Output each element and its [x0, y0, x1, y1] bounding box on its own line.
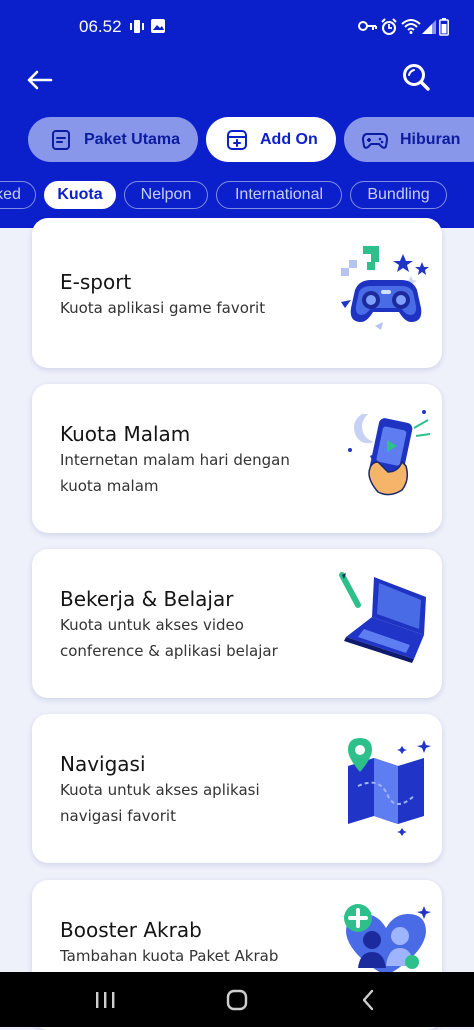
signal-icon — [422, 20, 436, 34]
key-icon — [358, 21, 377, 31]
tab-label: Paket Utama — [84, 130, 181, 148]
card-title: Bekerja & Belajar — [60, 587, 234, 611]
gamepad-illustration — [341, 246, 429, 330]
gamepad-icon — [362, 132, 388, 149]
chip-label: Nelpon — [140, 186, 192, 203]
home-icon[interactable] — [226, 989, 248, 1011]
chip-label: ked — [0, 186, 21, 203]
card-description: Kuota untuk akses video conference & apl… — [60, 616, 278, 660]
tab-hiburan[interactable]: Hiburan — [344, 117, 474, 162]
family-heart-illustration — [344, 904, 431, 976]
chip-ked[interactable]: ked — [0, 181, 36, 209]
tab-label: Hiburan — [400, 130, 461, 148]
back-arrow-icon[interactable] — [22, 62, 58, 98]
card-e-sport[interactable]: E-sport Kuota aplikasi game favorit — [32, 218, 442, 368]
card-navigasi[interactable]: Navigasi Kuota untuk akses aplikasi navi… — [32, 714, 442, 863]
status-time: 06.52 — [79, 17, 122, 36]
card-title: Kuota Malam — [60, 422, 191, 446]
night-phone-illustration — [348, 410, 431, 496]
card-title: Booster Akrab — [60, 918, 202, 942]
back-nav-icon[interactable] — [360, 989, 376, 1011]
chip-label: Bundling — [367, 186, 430, 203]
chip-international[interactable]: International — [216, 181, 342, 209]
vibrate-icon — [130, 20, 144, 33]
card-description: Kuota untuk akses aplikasi navigasi favo… — [60, 781, 260, 825]
card-description: Internetan malam hari dengan kuota malam — [60, 451, 290, 495]
card-description: Tambahan kuota Paket Akrab — [60, 947, 279, 965]
image-notification-icon — [151, 19, 165, 33]
card-description: Kuota aplikasi game favorit — [60, 299, 266, 317]
system-navigation-bar — [0, 972, 474, 1027]
chip-nelpon[interactable]: Nelpon — [124, 181, 208, 209]
chip-label: Kuota — [57, 186, 103, 203]
recent-apps-icon[interactable] — [94, 990, 116, 1010]
app-header: 06.52 Paket Utama Add On Hiburan ed Kuot… — [0, 0, 474, 228]
map-illustration — [348, 738, 431, 836]
status-bar: 06.52 — [0, 0, 474, 54]
laptop-illustration — [339, 572, 426, 663]
alarm-icon — [381, 18, 397, 35]
card-kuota-malam[interactable]: Kuota Malam Internetan malam hari dengan… — [32, 384, 442, 533]
battery-icon — [439, 18, 449, 36]
wifi-icon — [401, 19, 421, 34]
tab-add-on[interactable]: Add On — [206, 117, 336, 162]
package-icon — [52, 129, 70, 150]
tab-paket-utama[interactable]: Paket Utama — [28, 117, 198, 162]
chip-kuota[interactable]: Kuota — [44, 181, 116, 209]
add-on-icon — [227, 129, 247, 150]
tab-label: Add On — [260, 130, 318, 148]
chip-label: International — [234, 186, 324, 203]
card-title: Navigasi — [60, 752, 146, 776]
card-bekerja-belajar[interactable]: Bekerja & Belajar Kuota untuk akses vide… — [32, 549, 442, 698]
search-icon[interactable] — [398, 60, 434, 96]
card-title: E-sport — [60, 270, 132, 294]
chip-bundling[interactable]: Bundling — [350, 181, 447, 209]
